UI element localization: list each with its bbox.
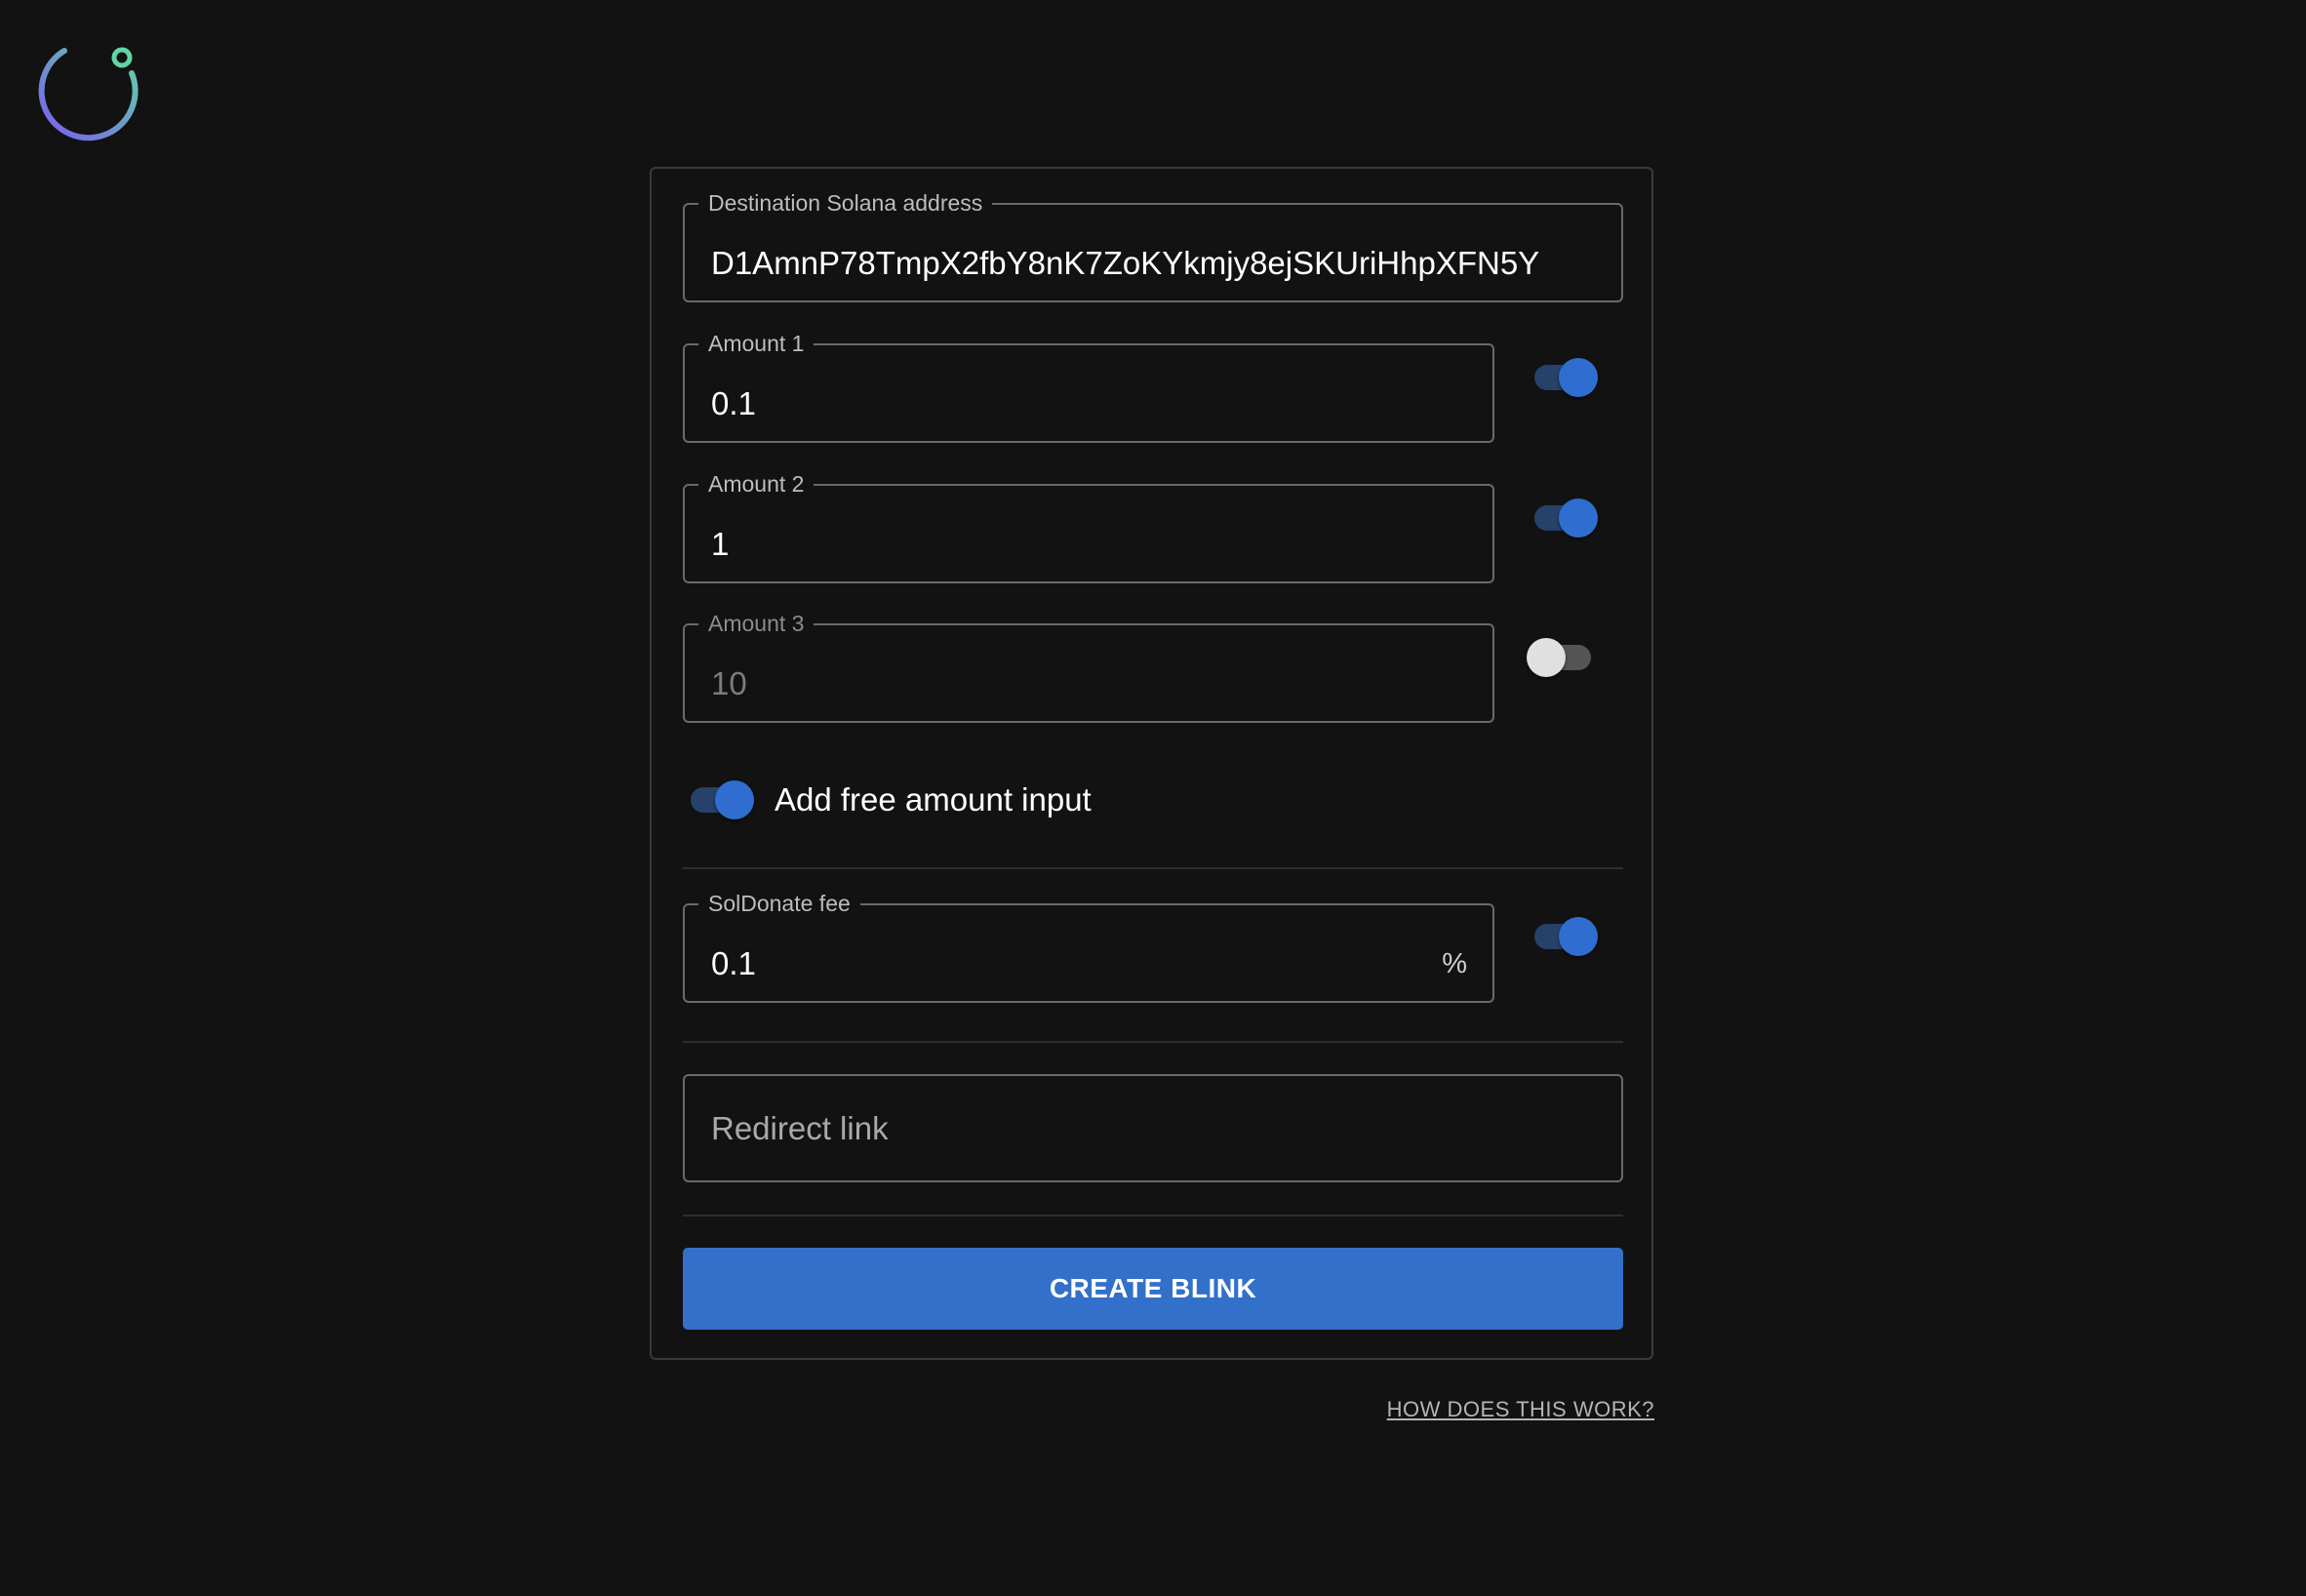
refresh-circle-icon xyxy=(38,47,139,141)
how-does-this-work-link[interactable]: HOW DOES THIS WORK? xyxy=(1387,1397,1654,1422)
soldonate-fee-field[interactable]: SolDonate fee 0.1 % xyxy=(683,893,1494,1003)
create-blink-button[interactable]: CREATE BLINK xyxy=(683,1248,1623,1330)
amount-3-value[interactable]: 10 xyxy=(685,662,1492,705)
destination-address-label: Destination Solana address xyxy=(708,190,983,216)
destination-address-field[interactable]: Destination Solana address D1AmnP78TmpX2… xyxy=(683,192,1623,302)
amount-2-label: Amount 2 xyxy=(708,471,805,497)
switch-thumb xyxy=(1559,499,1598,538)
amount-3-field[interactable]: Amount 3 10 xyxy=(683,613,1494,723)
redirect-link-input[interactable]: Redirect link xyxy=(683,1074,1623,1182)
amount-3-toggle[interactable] xyxy=(1524,633,1600,682)
soldonate-fee-value[interactable]: 0.1 xyxy=(685,942,1492,985)
free-amount-toggle[interactable] xyxy=(682,776,758,824)
soldonate-fee-label: SolDonate fee xyxy=(708,891,851,916)
amount-1-toggle[interactable] xyxy=(1526,353,1602,402)
amount-2-value[interactable]: 1 xyxy=(685,523,1492,566)
amount-2-toggle[interactable] xyxy=(1526,494,1602,542)
percent-suffix: % xyxy=(1442,948,1467,979)
switch-thumb xyxy=(715,780,754,819)
amount-3-label: Amount 3 xyxy=(708,611,805,636)
amount-1-label: Amount 1 xyxy=(708,331,805,356)
blink-form-card: Destination Solana address D1AmnP78TmpX2… xyxy=(650,167,1653,1360)
amount-2-field[interactable]: Amount 2 1 xyxy=(683,473,1494,583)
soldonate-fee-toggle[interactable] xyxy=(1526,912,1602,961)
divider xyxy=(683,1041,1623,1043)
divider xyxy=(683,1215,1623,1217)
redirect-link-placeholder: Redirect link xyxy=(711,1110,889,1146)
destination-address-value[interactable]: D1AmnP78TmpX2fbY8nK7ZoKYkmjy8ejSKUriHhpX… xyxy=(685,242,1621,285)
divider xyxy=(683,867,1623,869)
switch-thumb xyxy=(1527,638,1566,677)
amount-1-value[interactable]: 0.1 xyxy=(685,382,1492,425)
switch-thumb xyxy=(1559,917,1598,956)
amount-1-field[interactable]: Amount 1 0.1 xyxy=(683,333,1494,443)
switch-thumb xyxy=(1559,358,1598,397)
free-amount-label[interactable]: Add free amount input xyxy=(775,780,1092,819)
